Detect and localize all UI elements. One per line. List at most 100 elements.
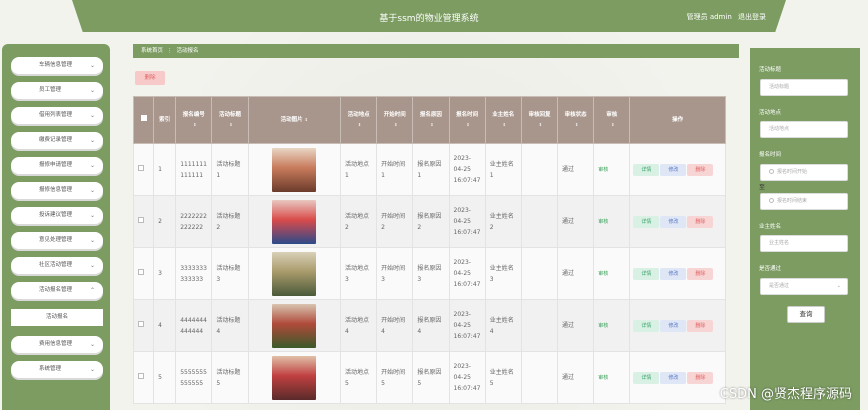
row-checkbox[interactable] [138, 217, 144, 223]
header-number[interactable]: 报名编号 ⇕ [175, 96, 213, 144]
cell-reply [520, 299, 559, 352]
review-link[interactable]: 审核 [598, 167, 608, 173]
cell-reason: 报名原因3 [412, 247, 450, 300]
cell-reply [520, 195, 559, 248]
sidebar-item-payment[interactable]: 缴费记录管理 ⌄ [11, 132, 103, 149]
review-link[interactable]: 审核 [598, 271, 608, 277]
sidebar-item-community[interactable]: 社区活动管理 ⌄ [11, 257, 103, 274]
header-start[interactable]: 开始时间 ⇕ [376, 96, 414, 144]
search-time-end-input[interactable]: 报名时间结束 [760, 193, 848, 210]
delete-button[interactable]: 删除 [687, 319, 714, 332]
header-owner[interactable]: 业主姓名 ⇕ [484, 96, 522, 144]
cell-status: 通过 [557, 195, 595, 248]
search-time-start-input[interactable]: 报名时间开始 [760, 164, 848, 181]
header-label: 业主姓名 [492, 112, 515, 118]
review-link[interactable]: 审核 [598, 375, 608, 381]
search-title-input[interactable]: 活动标题 [760, 79, 848, 96]
detail-button[interactable]: 详情 [633, 319, 660, 332]
header-label: 审核状态 [564, 112, 587, 118]
search-owner-input[interactable]: 业主姓名 [760, 235, 848, 252]
sort-icon: ⇕ [502, 122, 506, 127]
row-select-cell [132, 195, 155, 248]
cell-place: 活动地点2 [339, 195, 378, 248]
row-checkbox[interactable] [138, 165, 144, 171]
cell-start: 开始时间5 [376, 351, 414, 404]
sidebar-subitem-signup[interactable]: 活动报名 [11, 309, 103, 326]
header-reply[interactable]: 审核回复 ⇕ [520, 96, 559, 144]
header-label: 报名编号 [182, 112, 205, 118]
row-select-cell [132, 247, 155, 300]
cell-actions: 详情 修改 删除 [629, 195, 726, 248]
header-status[interactable]: 审核状态 ⇕ [557, 96, 595, 144]
breadcrumb-separator: ⋮ [167, 48, 173, 54]
header-label: 开始时间 [383, 112, 406, 118]
breadcrumb: 系统首页 ⋮ 活动报名 [133, 44, 739, 58]
chevron-up-icon: ⌃ [89, 287, 95, 294]
query-button[interactable]: 查询 [787, 306, 825, 323]
sidebar-item-fee[interactable]: 费用信息管理 ⌄ [11, 336, 103, 353]
row-checkbox[interactable] [138, 269, 144, 275]
sidebar-item-opinion[interactable]: 意见处理管理 ⌄ [11, 232, 103, 249]
cell-reply [520, 247, 559, 300]
sort-icon: ⇕ [394, 122, 398, 127]
search-owner-label: 业主姓名 [759, 224, 782, 230]
breadcrumb-home[interactable]: 系统首页 [141, 48, 163, 54]
cell-reason: 报名原因4 [412, 299, 450, 352]
search-pass-select[interactable]: 是否通过 ⌄ [760, 278, 848, 295]
delete-button[interactable]: 删除 [687, 215, 714, 228]
edit-button[interactable]: 修改 [660, 215, 687, 228]
sidebar-menu: 车辆信息管理 ⌄ 员工管理 ⌄ 借用列表管理 ⌄ 缴费记录管理 ⌄ 报修申请管理 ⌄ 报修… [2, 44, 110, 410]
cell-start: 开始时间3 [376, 247, 414, 300]
edit-button[interactable]: 修改 [660, 319, 687, 332]
header-time[interactable]: 报名时间 ⇕ [448, 96, 486, 144]
batch-delete-button[interactable]: 删除 [135, 71, 165, 85]
sidebar-item-system[interactable]: 系统管理 ⌄ [11, 361, 103, 378]
sort-icon: ⇕ [430, 122, 434, 127]
header-review[interactable]: 审核 ⇕ [593, 96, 631, 144]
edit-button[interactable]: 修改 [660, 371, 687, 384]
detail-button[interactable]: 详情 [633, 163, 660, 176]
detail-button[interactable]: 详情 [633, 371, 660, 384]
cell-number: 4444444444444 [175, 299, 213, 352]
sort-icon: ⇕ [229, 122, 233, 127]
delete-button[interactable]: 删除 [687, 267, 714, 280]
cell-time: 2023-04-25 16:07:47 [448, 143, 486, 196]
header-title[interactable]: 活动标题 ⇕ [211, 96, 249, 144]
delete-button[interactable]: 删除 [687, 371, 714, 384]
chevron-down-icon: ⌄ [89, 341, 95, 348]
row-checkbox[interactable] [138, 321, 144, 327]
row-checkbox[interactable] [138, 373, 144, 379]
edit-button[interactable]: 修改 [660, 163, 687, 176]
cell-time: 2023-04-25 16:07:47 [448, 299, 486, 352]
header-place[interactable]: 活动地点 ⇕ [339, 96, 378, 144]
sidebar-item-repair-info[interactable]: 报修信息管理 ⌄ [11, 182, 103, 199]
cell-index: 1 [153, 143, 177, 196]
review-link[interactable]: 审核 [598, 219, 608, 225]
edit-button[interactable]: 修改 [660, 267, 687, 280]
chevron-down-icon: ⌄ [89, 162, 95, 169]
search-place-input[interactable]: 活动地点 [760, 121, 848, 138]
review-link[interactable]: 审核 [598, 323, 608, 329]
logout-link[interactable]: 退出登录 [738, 13, 766, 21]
main-content: 系统首页 ⋮ 活动报名 删除 索引 报名编号 ⇕ 活动标题 ⇕ 活动图片 ⇕ 活动地点 ⇕ … [132, 44, 739, 410]
sidebar-item-staff[interactable]: 员工管理 ⌄ [11, 82, 103, 99]
select-all-checkbox[interactable] [140, 115, 147, 121]
sidebar-item-repair-apply[interactable]: 报修申请管理 ⌄ [11, 157, 103, 174]
cell-reason: 报名原因5 [412, 351, 450, 404]
header-image[interactable]: 活动图片 ⇕ [247, 96, 342, 144]
delete-button[interactable]: 删除 [687, 163, 714, 176]
sidebar-item-complaint[interactable]: 投诉建议管理 ⌄ [11, 207, 103, 224]
chevron-down-icon: ⌄ [89, 187, 95, 194]
detail-button[interactable]: 详情 [633, 267, 660, 280]
detail-button[interactable]: 详情 [633, 215, 660, 228]
cell-actions: 详情 修改 删除 [629, 143, 726, 196]
header-reason[interactable]: 报名原因 ⇕ [412, 96, 450, 144]
cell-start: 开始时间1 [376, 143, 414, 196]
sidebar-item-borrow[interactable]: 借用列表管理 ⌄ [11, 107, 103, 124]
cell-owner: 业主姓名2 [484, 195, 522, 248]
sidebar-item-signup-manage[interactable]: 活动报名管理 ⌃ [11, 282, 103, 299]
sidebar-item-label: 车辆信息管理 [39, 62, 73, 68]
sort-icon: ⇕ [193, 122, 197, 127]
cell-review: 审核 [593, 143, 631, 196]
sidebar-item-vehicle[interactable]: 车辆信息管理 ⌄ [11, 57, 103, 74]
